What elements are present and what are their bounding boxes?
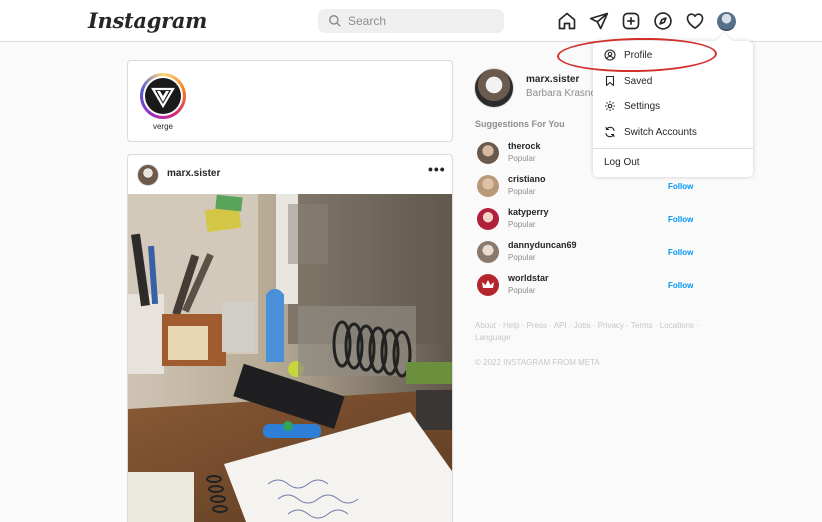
crown-icon	[482, 280, 494, 288]
explore-icon[interactable]	[653, 11, 673, 31]
suggestion-username[interactable]: katyperry	[508, 207, 549, 217]
footer-links[interactable]: About · Help · Press · API · Jobs · Priv…	[475, 320, 705, 344]
suggestions-title: Suggestions For You	[475, 119, 565, 129]
suggestion-subtitle: Popular	[508, 220, 536, 229]
follow-button[interactable]: Follow	[668, 248, 693, 257]
follow-button[interactable]: Follow	[668, 182, 693, 191]
bookmark-icon	[605, 75, 615, 87]
suggestion-subtitle: Popular	[508, 187, 536, 196]
suggestion-row: worldstar Popular Follow	[475, 271, 705, 299]
suggestion-username[interactable]: worldstar	[508, 273, 549, 283]
post-author-username[interactable]: marx.sister	[167, 168, 220, 179]
copyright-text: © 2022 INSTAGRAM FROM META	[475, 358, 600, 367]
instagram-logo[interactable]: Instagram	[88, 8, 207, 33]
new-post-icon[interactable]	[621, 11, 641, 31]
menu-item-label: Switch Accounts	[624, 127, 697, 138]
settings-icon	[605, 101, 615, 111]
home-icon[interactable]	[557, 11, 577, 31]
menu-item-logout[interactable]: Log Out	[593, 151, 753, 175]
suggestion-avatar[interactable]	[477, 274, 499, 296]
suggestion-subtitle: Popular	[508, 154, 536, 163]
suggestion-avatar[interactable]	[477, 208, 499, 230]
top-navigation-bar: Instagram	[0, 0, 822, 42]
menu-divider	[593, 148, 753, 149]
post-photo[interactable]	[128, 194, 453, 522]
current-user-fullname: Barbara Krasno	[526, 88, 594, 99]
search-box[interactable]	[318, 9, 504, 33]
story-username: verge	[152, 122, 173, 131]
suggestion-subtitle: Popular	[508, 286, 536, 295]
suggestion-username[interactable]: dannyduncan69	[508, 240, 577, 250]
menu-item-profile[interactable]: Profile	[593, 43, 753, 68]
verge-logo-avatar	[145, 78, 181, 114]
profile-icon	[604, 49, 616, 61]
suggestion-avatar[interactable]	[477, 175, 499, 197]
suggestion-username[interactable]: therock	[508, 141, 541, 151]
suggestion-row: dannyduncan69 Popular Follow	[475, 238, 705, 266]
current-user-username[interactable]: marx.sister	[526, 74, 579, 85]
profile-avatar-button[interactable]	[717, 12, 736, 31]
activity-heart-icon[interactable]	[685, 11, 705, 31]
stories-tray: verge	[127, 60, 453, 142]
suggestion-row: katyperry Popular Follow	[475, 205, 705, 233]
search-icon	[329, 15, 341, 27]
follow-button[interactable]: Follow	[668, 281, 693, 290]
switch-accounts-icon	[605, 126, 615, 138]
suggestion-avatar[interactable]	[477, 142, 499, 164]
suggestion-subtitle: Popular	[508, 253, 536, 262]
profile-dropdown-menu: Profile Saved Settings Switch Accounts L…	[593, 32, 753, 177]
menu-item-label: Log Out	[604, 157, 640, 168]
menu-item-switch-accounts[interactable]: Switch Accounts	[593, 120, 753, 145]
direct-icon[interactable]	[589, 11, 609, 31]
current-user-avatar[interactable]	[474, 68, 514, 108]
story-item-verge[interactable]	[140, 73, 186, 119]
menu-item-label: Settings	[624, 101, 661, 112]
menu-item-saved[interactable]: Saved	[593, 69, 753, 94]
follow-button[interactable]: Follow	[668, 215, 693, 224]
menu-item-label: Saved	[624, 76, 653, 87]
suggestion-username[interactable]: cristiano	[508, 174, 546, 184]
menu-item-settings[interactable]: Settings	[593, 94, 753, 119]
menu-item-label: Profile	[624, 50, 653, 61]
feed-post: marx.sister •••	[127, 154, 453, 522]
post-options-button[interactable]: •••	[428, 161, 446, 177]
post-author-avatar[interactable]	[137, 164, 159, 186]
search-input[interactable]	[348, 9, 498, 33]
suggestion-avatar[interactable]	[477, 241, 499, 263]
